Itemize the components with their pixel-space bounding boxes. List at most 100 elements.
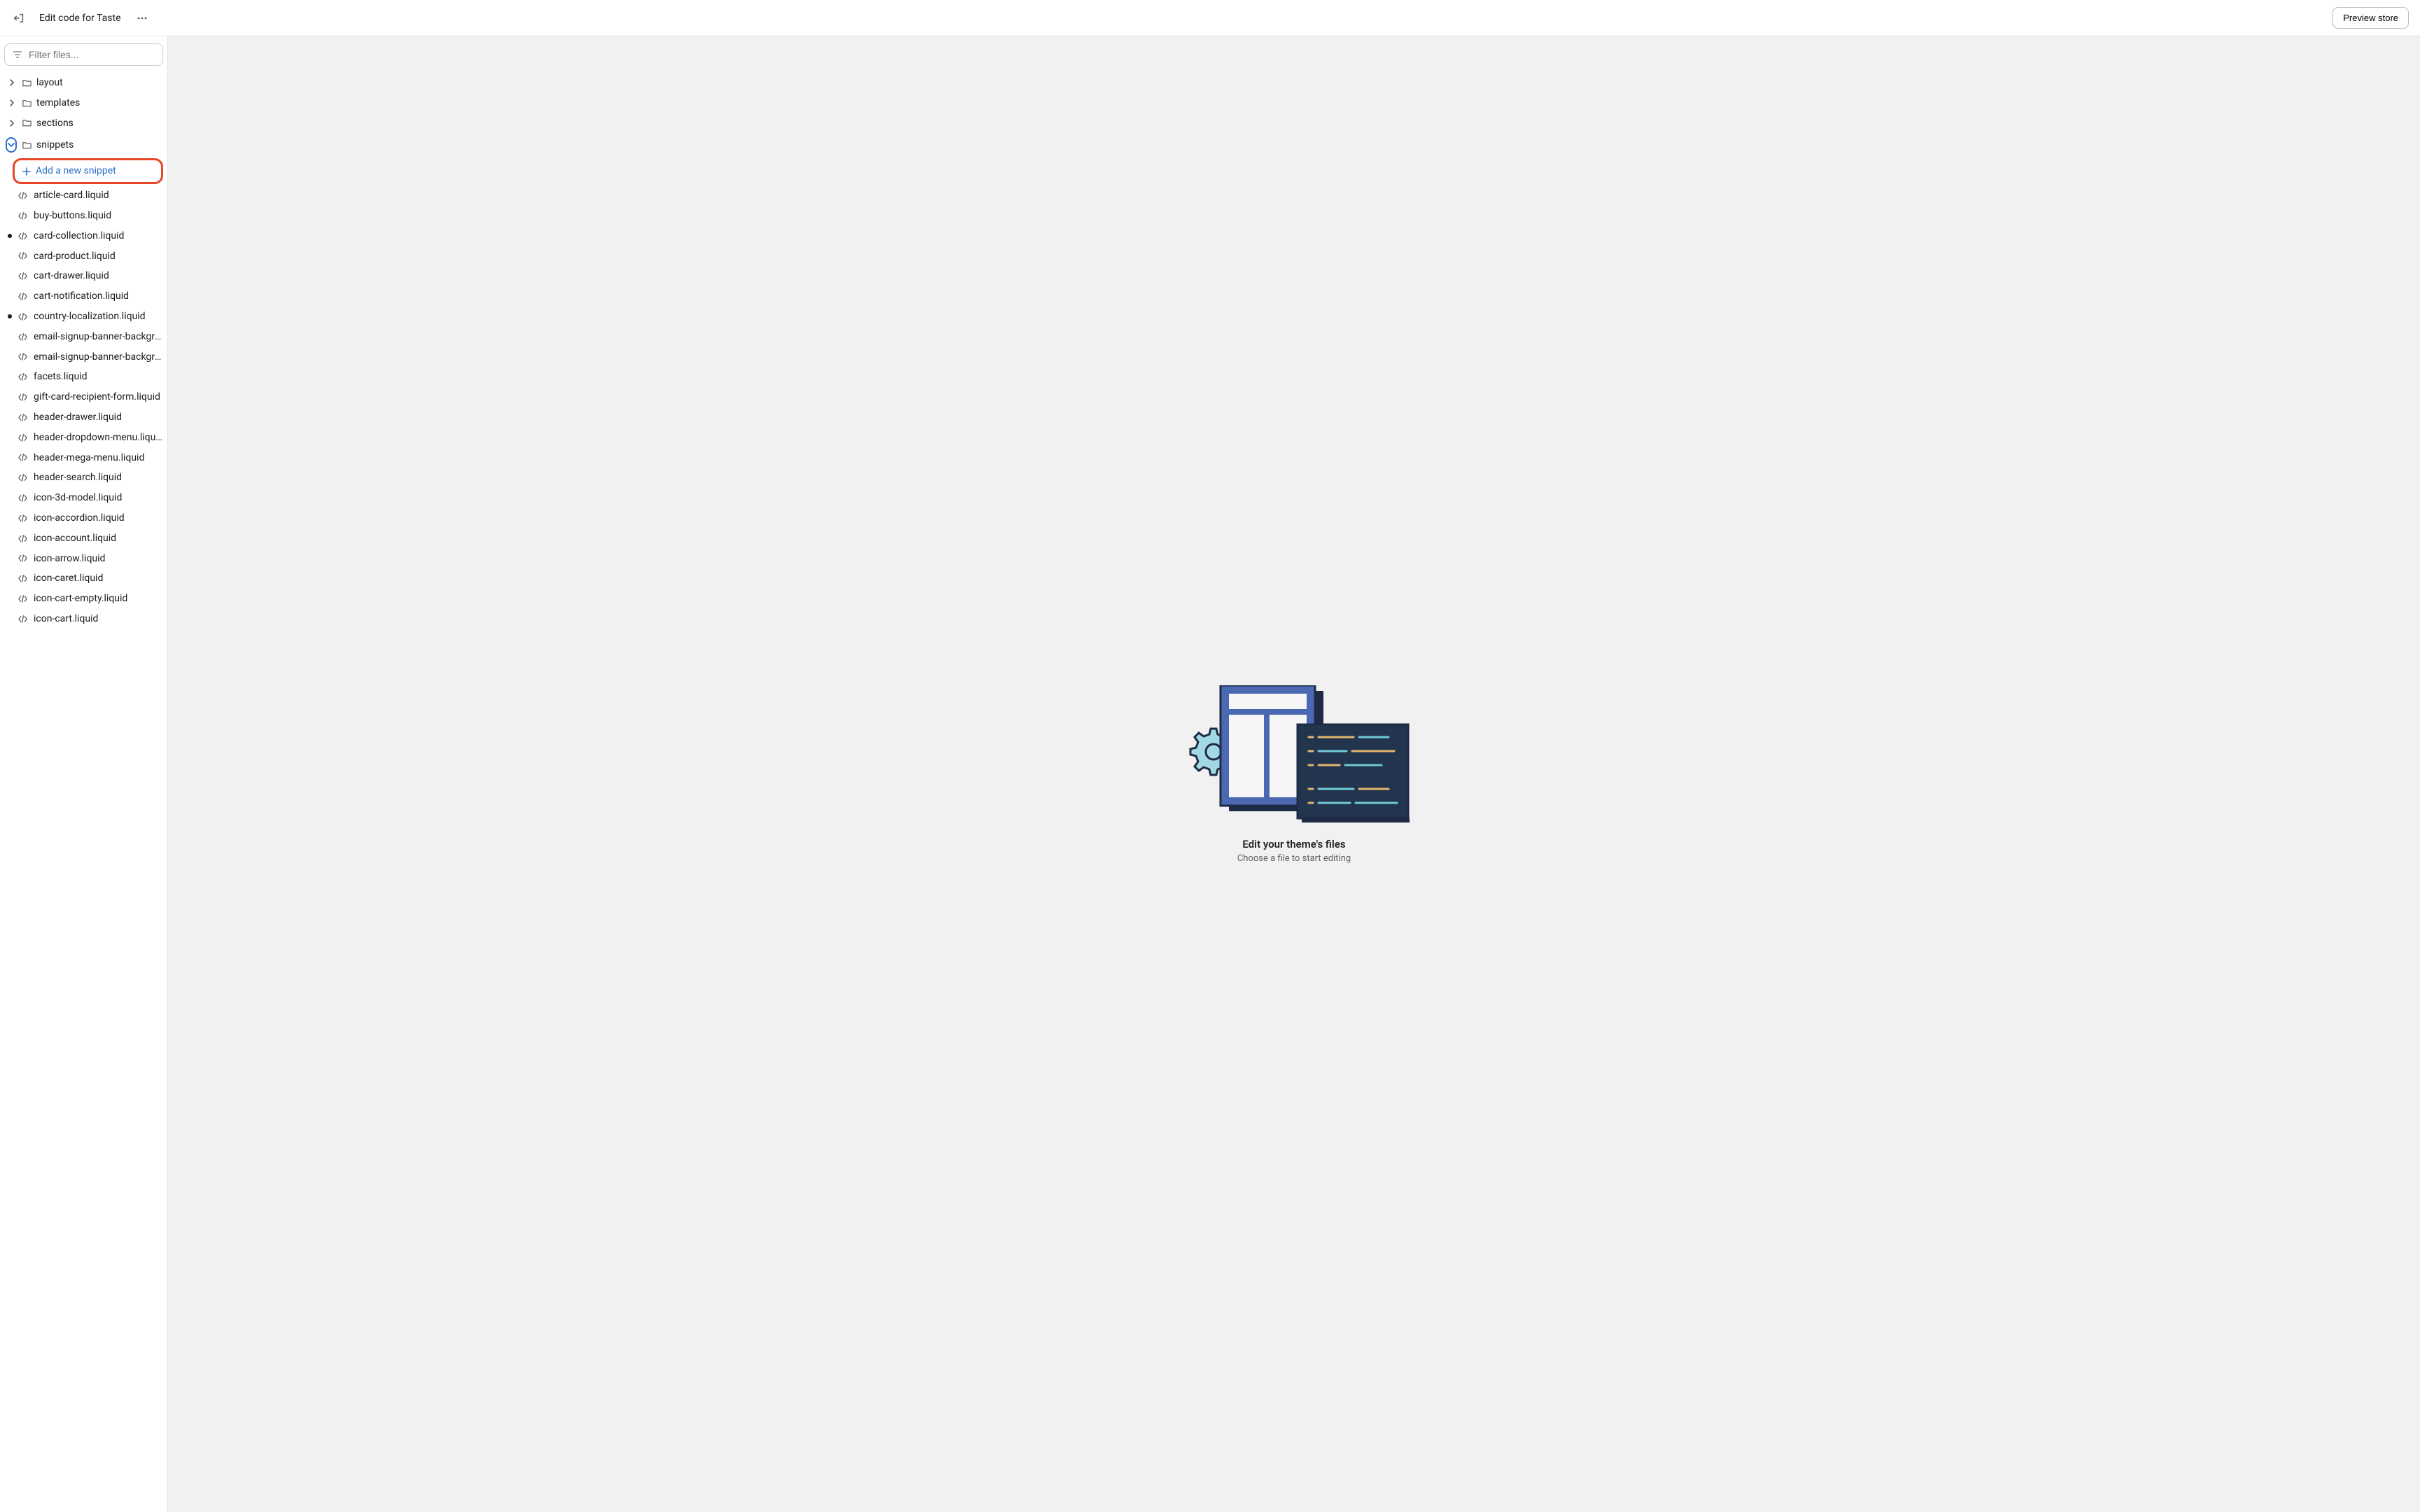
file-item[interactable]: header-drawer.liquid: [0, 407, 167, 428]
file-item[interactable]: header-dropdown-menu.liquid: [0, 428, 167, 448]
folder-label: layout: [36, 77, 63, 89]
file-item[interactable]: icon-cart-empty.liquid: [0, 589, 167, 609]
file-item[interactable]: gift-card-recipient-form.liquid: [0, 387, 167, 407]
folder-icon: [21, 118, 32, 129]
header-left: Edit code for Taste: [11, 10, 151, 27]
filter-icon: [12, 49, 23, 60]
folder-icon: [21, 139, 32, 150]
code-icon: [17, 493, 28, 504]
file-item[interactable]: cart-drawer.liquid: [0, 266, 167, 286]
folder-templates[interactable]: templates: [0, 93, 167, 113]
folder-sections[interactable]: sections: [0, 113, 167, 134]
file-label: buy-buttons.liquid: [34, 210, 111, 222]
file-label: header-mega-menu.liquid: [34, 452, 144, 464]
file-item[interactable]: header-search.liquid: [0, 468, 167, 488]
filter-input-wrapper[interactable]: [4, 43, 163, 66]
file-label: cart-drawer.liquid: [34, 270, 109, 282]
file-item[interactable]: email-signup-banner-background.liq...: [0, 347, 167, 368]
chevron-down-icon[interactable]: [6, 137, 17, 153]
file-sidebar: layout templates sections snippets Add a new…: [0, 36, 168, 1512]
file-item[interactable]: email-signup-banner-background-m...: [0, 327, 167, 347]
folder-label: snippets: [36, 139, 74, 151]
code-icon: [17, 271, 28, 282]
exit-button[interactable]: [11, 10, 27, 26]
page-title: Edit code for Taste: [39, 13, 121, 24]
code-icon: [17, 190, 28, 202]
code-icon: [17, 594, 28, 605]
file-label: email-signup-banner-background-m...: [34, 331, 163, 343]
chevron-right-icon[interactable]: [7, 98, 17, 108]
file-item[interactable]: facets.liquid: [0, 367, 167, 387]
file-label: header-drawer.liquid: [34, 412, 122, 424]
file-label: icon-accordion.liquid: [34, 512, 125, 524]
file-item[interactable]: article-card.liquid: [0, 186, 167, 206]
file-item[interactable]: card-collection.liquid: [0, 226, 167, 246]
file-label: cart-notification.liquid: [34, 290, 129, 302]
file-item[interactable]: icon-arrow.liquid: [0, 549, 167, 569]
code-icon: [17, 432, 28, 443]
empty-state-subtitle: Choose a file to start editing: [1237, 853, 1351, 864]
folder-icon: [21, 77, 32, 88]
file-label: card-collection.liquid: [34, 230, 124, 242]
file-label: card-product.liquid: [34, 251, 116, 262]
folder-label: templates: [36, 97, 80, 109]
file-item[interactable]: buy-buttons.liquid: [0, 206, 167, 226]
editor-content: Edit your theme's files Choose a file to…: [168, 36, 2420, 1512]
file-label: gift-card-recipient-form.liquid: [34, 391, 160, 403]
file-label: facets.liquid: [34, 371, 88, 383]
code-icon: [17, 291, 28, 302]
file-label: email-signup-banner-background.liq...: [34, 351, 163, 363]
file-item[interactable]: header-mega-menu.liquid: [0, 448, 167, 468]
empty-state-title: Edit your theme's files: [1242, 838, 1345, 850]
code-icon: [17, 311, 28, 322]
file-tree: layout templates sections snippets Add a new…: [0, 71, 167, 631]
file-item[interactable]: icon-accordion.liquid: [0, 508, 167, 528]
file-label: icon-cart.liquid: [34, 613, 98, 625]
file-item[interactable]: card-product.liquid: [0, 246, 167, 267]
modified-dot-icon: [8, 234, 12, 238]
file-label: icon-arrow.liquid: [34, 553, 105, 565]
file-item[interactable]: icon-cart.liquid: [0, 609, 167, 629]
code-icon: [17, 452, 28, 463]
add-snippet-highlight: Add a new snippet: [13, 158, 163, 184]
plus-icon: [22, 167, 32, 176]
file-item[interactable]: icon-account.liquid: [0, 528, 167, 549]
chevron-right-icon[interactable]: [7, 78, 17, 88]
code-icon: [17, 372, 28, 383]
code-icon: [17, 251, 28, 262]
more-actions-button[interactable]: [134, 10, 151, 27]
chevron-right-icon[interactable]: [7, 118, 17, 128]
folder-label: sections: [36, 118, 74, 130]
code-icon: [17, 472, 28, 484]
file-label: country-localization.liquid: [34, 311, 146, 323]
code-icon: [17, 392, 28, 403]
file-label: header-dropdown-menu.liquid: [34, 432, 163, 444]
code-icon: [17, 351, 28, 363]
code-icon: [17, 412, 28, 423]
filter-files-input[interactable]: [29, 49, 155, 60]
file-item[interactable]: country-localization.liquid: [0, 307, 167, 327]
file-item[interactable]: cart-notification.liquid: [0, 286, 167, 307]
file-label: icon-cart-empty.liquid: [34, 593, 127, 605]
code-icon: [17, 230, 28, 241]
main-area: layout templates sections snippets Add a new…: [0, 36, 2420, 1512]
file-label: header-search.liquid: [34, 472, 122, 484]
file-item[interactable]: icon-caret.liquid: [0, 568, 167, 589]
folder-layout[interactable]: layout: [0, 73, 167, 93]
header-bar: Edit code for Taste Preview store: [0, 0, 2420, 36]
folder-snippets[interactable]: snippets: [0, 133, 167, 157]
code-icon: [17, 210, 28, 221]
file-item[interactable]: icon-3d-model.liquid: [0, 488, 167, 508]
add-new-snippet-button[interactable]: Add a new snippet: [15, 160, 161, 182]
file-label: icon-account.liquid: [34, 533, 116, 545]
code-icon: [17, 512, 28, 524]
preview-store-button[interactable]: Preview store: [2332, 7, 2409, 29]
file-label: article-card.liquid: [34, 190, 109, 202]
code-icon: [17, 573, 28, 584]
empty-state-illustration: [1178, 685, 1410, 825]
file-label: icon-3d-model.liquid: [34, 492, 122, 504]
code-icon: [17, 331, 28, 342]
code-icon: [17, 533, 28, 544]
code-icon: [17, 613, 28, 624]
folder-icon: [21, 97, 32, 108]
